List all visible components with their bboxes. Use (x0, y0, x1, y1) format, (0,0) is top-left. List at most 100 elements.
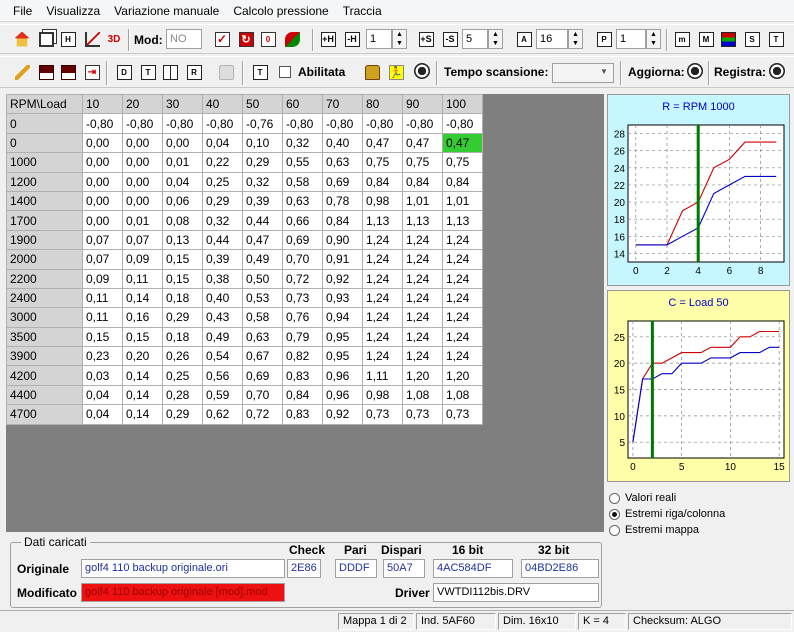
row-header[interactable]: 0 (6, 113, 83, 134)
dispari-field[interactable]: 50A7 (383, 559, 425, 578)
map-cell[interactable]: 0,32 (242, 171, 283, 192)
map-cell[interactable]: 1,24 (442, 287, 483, 309)
map-cell[interactable]: 0,15 (162, 268, 203, 289)
map-cell[interactable]: 0,04 (202, 132, 243, 154)
map-cell[interactable]: 0,00 (122, 190, 163, 212)
map-cell[interactable]: 0,73 (362, 404, 403, 425)
a-button[interactable]: A (514, 29, 534, 49)
map-cell[interactable]: 0,62 (202, 404, 243, 425)
map-cell[interactable]: 0,84 (362, 171, 403, 192)
16bit-field[interactable]: 4AC584DF (433, 559, 513, 578)
row-header[interactable]: 0 (6, 132, 83, 154)
row-header[interactable]: 1900 (6, 229, 83, 251)
map-cell[interactable]: 0,67 (242, 346, 283, 367)
paint-button[interactable] (282, 29, 302, 49)
map-cell[interactable]: 1,24 (362, 268, 403, 289)
graph2d-button[interactable] (82, 29, 102, 49)
s-button[interactable]: S (742, 29, 762, 49)
map-cell[interactable]: 0,43 (202, 307, 243, 328)
map-cell[interactable]: 1,13 (362, 210, 403, 231)
column-header[interactable]: 70 (322, 93, 363, 115)
driver-field[interactable]: VWTDI112bis.DRV (433, 583, 599, 602)
map-cell[interactable]: 0,09 (122, 249, 163, 270)
map-cell[interactable]: 0,83 (282, 365, 323, 386)
map-cell[interactable]: 0,58 (242, 307, 283, 328)
map-cell[interactable]: 0,29 (162, 307, 203, 328)
view-h-button[interactable]: H (58, 29, 78, 49)
step1-spinner[interactable]: ▲ ▼ (392, 29, 407, 49)
map-cell[interactable]: 1,24 (402, 249, 443, 270)
map-cell[interactable]: 0,04 (82, 404, 123, 425)
map-cell[interactable]: 0,39 (202, 249, 243, 270)
option-valori-reali[interactable]: Valori reali (609, 492, 676, 504)
map-cell[interactable]: 0,29 (242, 152, 283, 173)
map-cell[interactable]: 0,94 (322, 307, 363, 328)
map-cell[interactable]: 0,98 (362, 384, 403, 406)
map-cell[interactable]: 0,44 (202, 229, 243, 251)
map-cell[interactable]: 1,24 (402, 229, 443, 251)
map-cell[interactable]: 1,20 (442, 365, 483, 386)
map-cell[interactable]: 1,24 (362, 326, 403, 348)
map-cell[interactable]: 0,47 (442, 132, 483, 154)
t-button[interactable]: T (766, 29, 786, 49)
map-cell[interactable]: 0,49 (202, 326, 243, 348)
map-cell[interactable]: 0,73 (402, 404, 443, 425)
map-cell[interactable]: 0,15 (82, 326, 123, 348)
map-cell[interactable]: 0,59 (202, 384, 243, 406)
map-cell[interactable]: 0,58 (282, 171, 323, 192)
t3-button[interactable]: T (250, 62, 270, 82)
map-cell[interactable]: -0,80 (442, 113, 483, 134)
row-header[interactable]: 2200 (6, 268, 83, 289)
map-cell[interactable]: 0,14 (122, 384, 163, 406)
map-cell[interactable]: 0,11 (82, 307, 123, 328)
map-cell[interactable]: 0,01 (122, 210, 163, 231)
map-cell[interactable]: 0,53 (242, 287, 283, 309)
map-cell[interactable]: 0,15 (162, 249, 203, 270)
map-cell[interactable]: 1,24 (402, 268, 443, 289)
row-header[interactable]: 1700 (6, 210, 83, 231)
map-cell[interactable]: 0,29 (202, 190, 243, 212)
map-cell[interactable]: 1,24 (362, 287, 403, 309)
map-cell[interactable]: 0,26 (162, 346, 203, 367)
map-cell[interactable]: 0,25 (202, 171, 243, 192)
add-row-button[interactable]: +H (318, 29, 338, 49)
map-cell[interactable]: 0,18 (162, 326, 203, 348)
modificato-file-field[interactable]: golf4 110 backup originale [mod].mod (81, 583, 285, 602)
columns-button[interactable] (160, 62, 180, 82)
map-cell[interactable]: 0,55 (282, 152, 323, 173)
map-cell[interactable]: 0,14 (122, 365, 163, 386)
radio-estremi-mappa[interactable] (609, 524, 620, 536)
map-cell[interactable]: 0,32 (202, 210, 243, 231)
map-cell[interactable]: 1,24 (442, 229, 483, 251)
map-cell[interactable]: 0,09 (82, 268, 123, 289)
registra-toggle[interactable] (769, 63, 785, 79)
map-cell[interactable]: 0,96 (322, 365, 363, 386)
map-cell[interactable]: -0,80 (82, 113, 123, 134)
d-button[interactable]: D (114, 62, 134, 82)
map-cell[interactable]: -0,80 (122, 113, 163, 134)
map-cell[interactable]: 0,11 (122, 268, 163, 289)
row-header[interactable]: 1400 (6, 190, 83, 212)
map-cell[interactable]: 1,24 (402, 326, 443, 348)
column-header[interactable]: 100 (442, 93, 483, 115)
map-cell[interactable]: 0,28 (162, 384, 203, 406)
map-cell[interactable]: 1,24 (442, 346, 483, 367)
m-button[interactable]: m (672, 29, 692, 49)
map-cell[interactable]: 0,07 (122, 229, 163, 251)
mod-field[interactable]: NO (166, 29, 202, 49)
radio-valori-reali[interactable] (609, 492, 620, 504)
map-cell[interactable]: 0,03 (82, 365, 123, 386)
map-cell[interactable]: 1,13 (442, 210, 483, 231)
map-cell[interactable]: 0,79 (282, 326, 323, 348)
zero-button[interactable]: 0 (258, 29, 278, 49)
map-cell[interactable]: 0,47 (362, 132, 403, 154)
map-cell[interactable]: 1,24 (442, 268, 483, 289)
menu-traccia[interactable]: Traccia (336, 4, 389, 18)
map-cell[interactable]: 1,24 (362, 229, 403, 251)
map-cell[interactable]: 1,24 (442, 326, 483, 348)
map-cell[interactable]: 0,70 (242, 384, 283, 406)
map-cell[interactable]: 1,11 (362, 365, 403, 386)
map-cell[interactable]: 0,56 (202, 365, 243, 386)
map-cell[interactable]: 0,84 (402, 171, 443, 192)
map-cell[interactable]: 1,08 (442, 384, 483, 406)
